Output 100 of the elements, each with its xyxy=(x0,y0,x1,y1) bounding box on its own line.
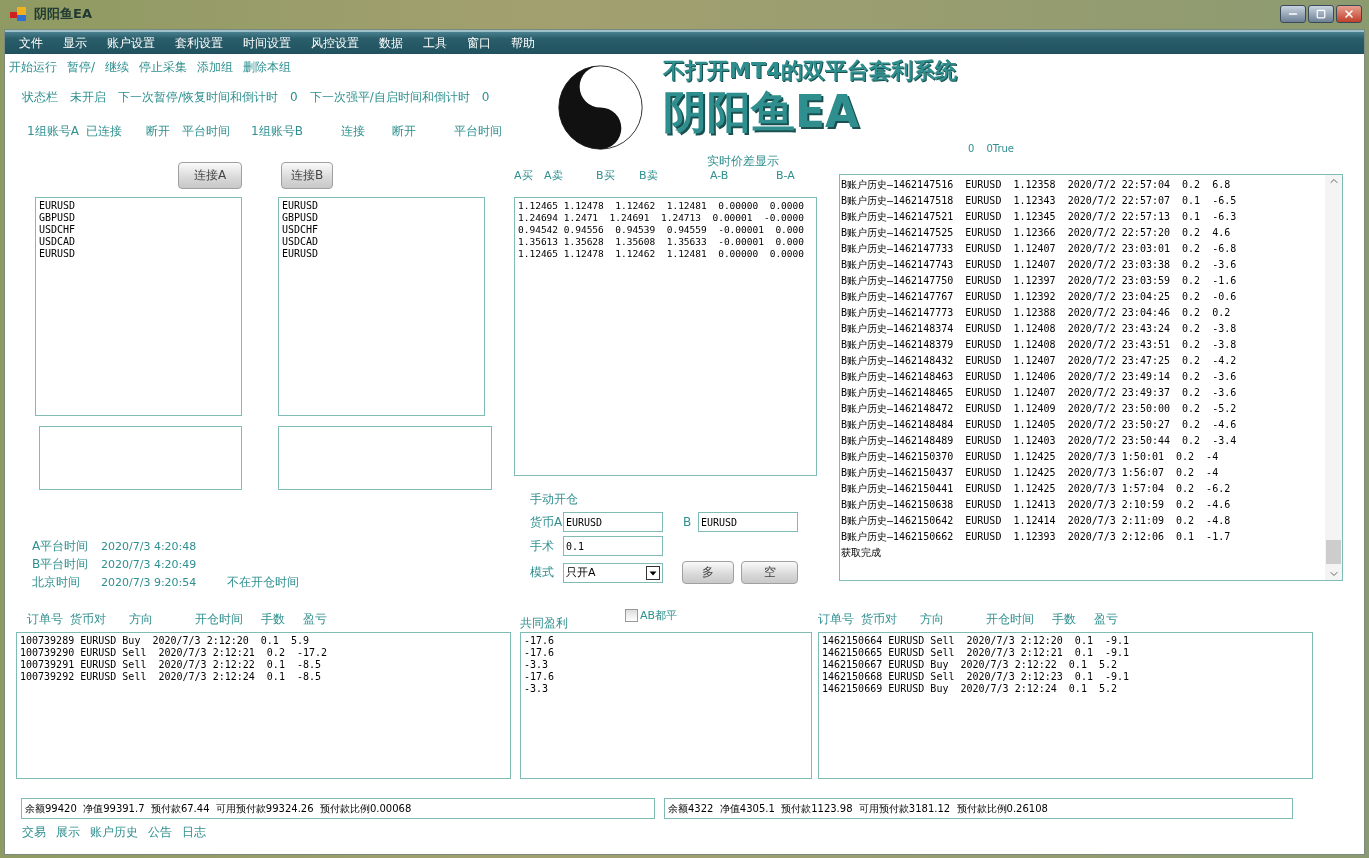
column-header: B卖 xyxy=(639,167,659,183)
log-line: 获取完成 xyxy=(841,546,882,560)
log-line: B账户历史—1462147773 EURUSD 1.12388 2020/7/2 23:04:46 0.2 0.2 xyxy=(841,306,1232,320)
profit-value: -3.3 xyxy=(524,683,550,695)
order-row[interactable]: 100739290 EURUSD Sell 2020/7/3 2:12:21 0.2 -17.2 xyxy=(20,647,507,659)
list-item[interactable]: USDCHF xyxy=(282,224,481,236)
list-item[interactable]: GBPUSD xyxy=(39,212,238,224)
connect-button[interactable]: 连接A xyxy=(178,162,242,189)
list-item[interactable]: EURUSD xyxy=(282,248,481,260)
list-item[interactable]: EURUSD xyxy=(39,248,238,260)
log-line: B账户历史—1462147733 EURUSD 1.12407 2020/7/2 23:03:01 0.2 -6.8 xyxy=(841,242,1238,256)
order-row[interactable]: 1462150669 EURUSD Buy 2020/7/3 2:12:24 0.1 5.2 xyxy=(822,683,1309,695)
command-link[interactable]: 添加组 xyxy=(197,58,234,76)
field-label: 货币A xyxy=(530,513,563,531)
column-header: 手数 xyxy=(261,611,286,628)
menu-item[interactable]: 账户设置 xyxy=(107,34,155,52)
currency-a-field[interactable]: EURUSD xyxy=(563,512,663,532)
menu-item[interactable]: 时间设置 xyxy=(243,34,291,52)
bottom-tab[interactable]: 展示 xyxy=(56,824,80,841)
order-row[interactable]: 1462150667 EURUSD Buy 2020/7/3 2:12:22 0.1 5.2 xyxy=(822,659,1309,671)
scroll-thumb[interactable] xyxy=(1326,540,1341,564)
menu-item[interactable]: 文件 xyxy=(19,34,43,52)
bottom-tab[interactable]: 账户历史 xyxy=(90,824,138,841)
time-value: 2020/7/3 4:20:49 xyxy=(101,558,198,571)
mode-select[interactable]: 只开A xyxy=(563,562,663,583)
column-header: 货币对 xyxy=(70,611,107,628)
yin-yang-logo-icon xyxy=(558,65,643,150)
order-row[interactable]: 1462150664 EURUSD Sell 2020/7/3 2:12:20 0.1 -9.1 xyxy=(822,635,1309,647)
command-link[interactable]: 暂停/ xyxy=(67,58,96,76)
list-item[interactable]: USDCAD xyxy=(282,236,481,248)
bottom-tab[interactable]: 日志 xyxy=(182,824,206,841)
bottom-tab[interactable]: 交易 xyxy=(22,824,46,841)
close-button[interactable] xyxy=(1336,5,1362,23)
field-label: 手术 xyxy=(530,537,555,555)
column-header: 盈亏 xyxy=(303,611,328,628)
menu-item[interactable]: 工具 xyxy=(423,34,447,52)
order-row[interactable]: 100739289 EURUSD Buy 2020/7/3 2:12:20 0.1 5.9 xyxy=(20,635,507,647)
list-item[interactable]: GBPUSD xyxy=(282,212,481,224)
lots-field[interactable]: 0.1 xyxy=(563,536,663,556)
command-link[interactable]: 停止采集 xyxy=(139,58,188,76)
log-line: B账户历史—1462147516 EURUSD 1.12358 2020/7/2 22:57:04 0.2 6.8 xyxy=(841,178,1232,192)
panel-title: 实时价差显示 xyxy=(707,152,779,170)
log-line: B账户历史—1462148379 EURUSD 1.12408 2020/7/2 23:43:51 0.2 -3.8 xyxy=(841,338,1238,352)
status-text: 未开启 xyxy=(70,88,106,106)
section-title: 手动开仓 xyxy=(530,490,578,508)
list-item[interactable]: USDCHF xyxy=(39,224,238,236)
panel-title: 共同盈利 xyxy=(520,615,568,632)
column-header: B-A xyxy=(776,168,796,182)
connect-button[interactable]: 连接B xyxy=(281,162,333,189)
column-header: 开仓时间 xyxy=(986,611,1035,628)
column-header: A卖 xyxy=(544,167,564,183)
scrollbar[interactable] xyxy=(1325,175,1342,580)
order-row[interactable]: 1462150668 EURUSD Sell 2020/7/3 2:12:23 0.1 -9.1 xyxy=(822,671,1309,683)
bottom-tab[interactable]: 公告 xyxy=(148,824,172,841)
menu-item[interactable]: 套利设置 xyxy=(175,34,223,52)
list-item[interactable]: EURUSD xyxy=(282,200,481,212)
menu-item[interactable]: 显示 xyxy=(63,34,87,52)
command-link[interactable]: 开始运行 xyxy=(9,58,57,76)
order-row[interactable]: 100739291 EURUSD Sell 2020/7/3 2:12:22 0.1 -8.5 xyxy=(20,659,507,671)
status-text: 下一次强平/自启时间和倒计时 xyxy=(309,88,470,106)
menu-item[interactable]: 风控设置 xyxy=(311,34,359,52)
column-header: A买 xyxy=(514,167,534,183)
column-header: 订单号 xyxy=(818,611,855,628)
order-row[interactable]: 100739292 EURUSD Sell 2020/7/3 2:12:24 0.1 -8.5 xyxy=(20,671,507,683)
counter-text: 0True xyxy=(986,142,1014,154)
order-row[interactable]: 1462150665 EURUSD Sell 2020/7/3 2:12:21 0.1 -9.1 xyxy=(822,647,1309,659)
field-label: B xyxy=(683,515,693,529)
spread-row-text: 1.35613 1.35628 1.35608 1.35633 -0.00001 0.000 xyxy=(518,236,805,248)
window-title: 阴阳鱼EA xyxy=(34,5,92,23)
maximize-button[interactable] xyxy=(1308,5,1334,23)
time-label: B平台时间 xyxy=(32,556,90,573)
log-line: B账户历史—1462150441 EURUSD 1.12425 2020/7/3 1:57:04 0.2 -6.2 xyxy=(841,482,1232,496)
spread-row-text: 1.12465 1.12478 1.12462 1.12481 0.00000 0.0000 xyxy=(518,248,805,260)
log-line: B账户历史—1462147521 EURUSD 1.12345 2020/7/2 22:57:13 0.1 -6.3 xyxy=(841,210,1238,224)
list-item[interactable]: EURUSD xyxy=(39,200,238,212)
column-header: 货币对 xyxy=(861,611,898,628)
account-summary: 余额99420 净值99391.7 预付款67.44 可用预付款99324.26 预付款比例0.00068 xyxy=(21,798,655,819)
close-icon xyxy=(1343,8,1355,20)
menu-item[interactable]: 数据 xyxy=(379,34,403,52)
currency-b-field[interactable]: EURUSD xyxy=(698,512,798,532)
log-line: B账户历史—1462147743 EURUSD 1.12407 2020/7/2 23:03:38 0.2 -3.6 xyxy=(841,258,1238,272)
time-value: 2020/7/3 9:20:54 xyxy=(101,576,198,589)
log-line: B账户历史—1462147525 EURUSD 1.12366 2020/7/2 22:57:20 0.2 4.6 xyxy=(841,226,1232,240)
command-link[interactable]: 删除本组 xyxy=(243,58,292,76)
log-line: B账户历史—1462150370 EURUSD 1.12425 2020/7/3 1:50:01 0.2 -4 xyxy=(841,450,1220,464)
log-line: B账户历史—1462148489 EURUSD 1.12403 2020/7/2 23:50:44 0.2 -3.4 xyxy=(841,434,1238,448)
counter-text: 0 xyxy=(968,142,975,154)
command-link[interactable]: 继续 xyxy=(105,58,130,76)
close-both-checkbox[interactable]: AB都平 xyxy=(625,608,678,623)
menu-item[interactable]: 窗口 xyxy=(467,34,491,52)
column-header: 盈亏 xyxy=(1094,611,1119,628)
order-button[interactable]: 空 xyxy=(741,561,798,584)
menu-item[interactable]: 帮助 xyxy=(511,34,535,52)
log-line: B账户历史—1462147750 EURUSD 1.12397 2020/7/2 23:03:59 0.2 -1.6 xyxy=(841,274,1238,288)
list-item[interactable]: USDCAD xyxy=(39,236,238,248)
minimize-button[interactable] xyxy=(1280,5,1306,23)
column-header: A-B xyxy=(710,168,730,182)
account-label: 1组账号B xyxy=(251,122,304,140)
log-line: B账户历史—1462150662 EURUSD 1.12393 2020/7/3 2:12:06 0.1 -1.7 xyxy=(841,530,1232,544)
order-button[interactable]: 多 xyxy=(682,561,734,584)
